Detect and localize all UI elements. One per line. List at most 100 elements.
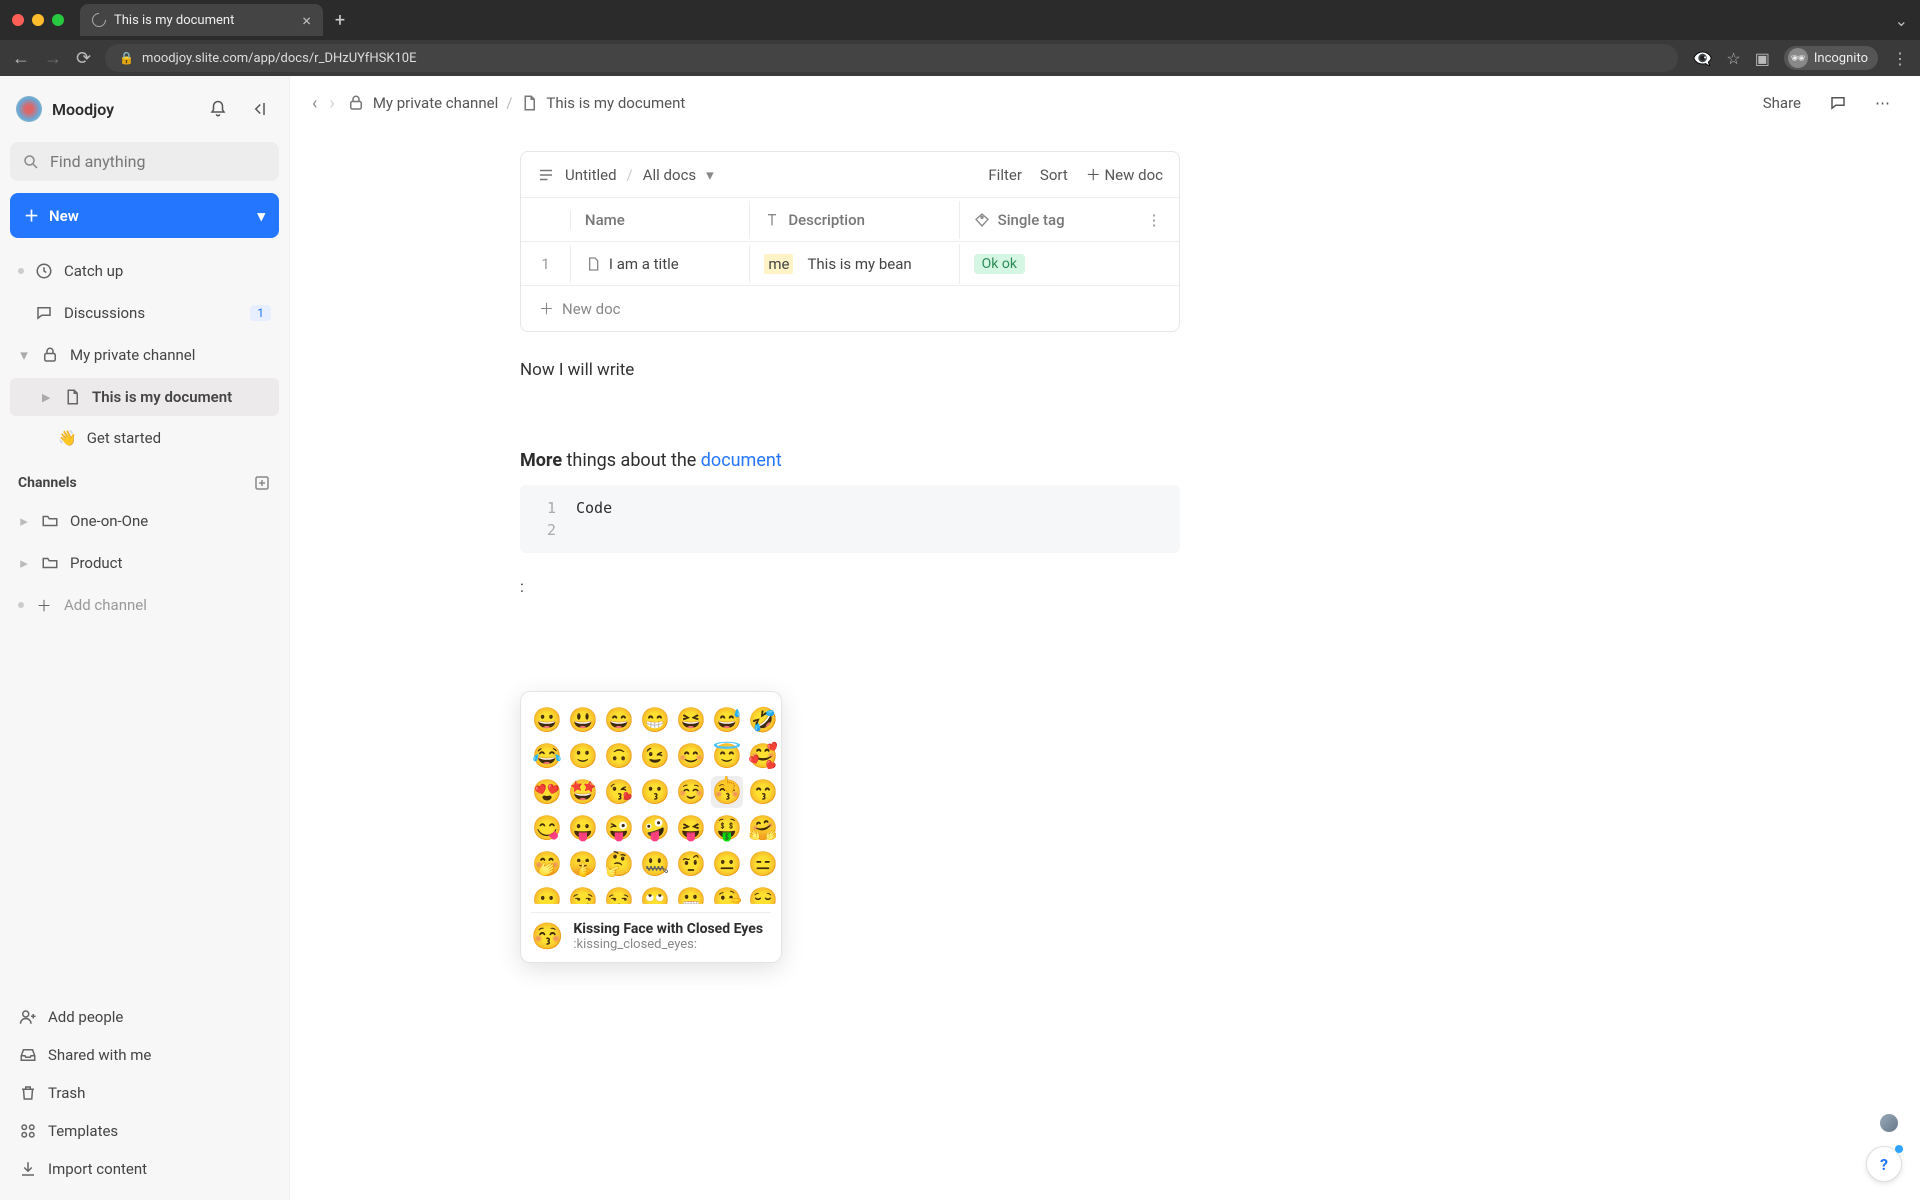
emoji-option[interactable]: 🤩 <box>567 776 599 808</box>
emoji-option[interactable]: ☺️ <box>675 776 707 808</box>
breadcrumb-doc[interactable]: This is my document <box>546 94 685 112</box>
forward-icon[interactable]: → <box>44 48 62 69</box>
emoji-option[interactable]: 🤣 <box>747 704 779 736</box>
bell-icon[interactable] <box>203 94 233 124</box>
sidebar-import[interactable]: Import content <box>10 1150 279 1188</box>
emoji-option[interactable]: 😊 <box>675 740 707 772</box>
star-icon[interactable]: ☆ <box>1726 49 1740 68</box>
chevron-down-icon[interactable]: ▾ <box>18 345 30 365</box>
sidebar-item-catch-up[interactable]: Catch up <box>10 252 279 290</box>
emoji-option[interactable]: 😒 <box>603 884 635 904</box>
sidebar-channel-product[interactable]: ▸ Product <box>10 544 279 582</box>
browser-tab[interactable]: This is my document × <box>80 4 323 36</box>
eye-off-icon[interactable]: 👁‍🗨 <box>1692 49 1712 68</box>
sidebar-channel-one-on-one[interactable]: ▸ One-on-One <box>10 502 279 540</box>
sidebar-doc-current[interactable]: ▸ This is my document <box>10 378 279 416</box>
chevron-right-icon[interactable]: ▸ <box>18 553 30 573</box>
col-more-icon[interactable]: ⋮ <box>1129 201 1179 239</box>
sidebar-item-private-channel[interactable]: ▾ My private channel <box>10 336 279 374</box>
emoji-option[interactable]: 😆 <box>675 704 707 736</box>
address-bar[interactable]: 🔒 moodjoy.slite.com/app/docs/r_DHzUYfHSK… <box>105 44 1678 72</box>
emoji-option[interactable]: 😗 <box>639 776 671 808</box>
kebab-icon[interactable]: ⋮ <box>1892 49 1908 68</box>
emoji-option[interactable]: 😃 <box>567 704 599 736</box>
presence-indicator[interactable] <box>1880 1114 1898 1132</box>
emoji-option[interactable]: 😏 <box>567 884 599 904</box>
emoji-option[interactable]: 😄 <box>603 704 635 736</box>
col-description[interactable]: Description <box>750 201 959 239</box>
emoji-option[interactable]: 🤭 <box>531 848 563 880</box>
emoji-option[interactable]: 🙃 <box>603 740 635 772</box>
back-icon[interactable]: ← <box>12 48 30 69</box>
database-title[interactable]: Untitled <box>565 166 617 184</box>
tab-list-icon[interactable]: ⌄ <box>1895 11 1908 30</box>
emoji-option[interactable]: 🤥 <box>711 884 743 904</box>
link-text[interactable]: document <box>701 450 782 471</box>
incognito-badge[interactable]: 🕶 Incognito <box>1784 46 1878 70</box>
nav-forward-icon[interactable]: › <box>329 93 334 114</box>
emoji-option[interactable]: 😍 <box>531 776 563 808</box>
emoji-option[interactable]: 🙂 <box>567 740 599 772</box>
emoji-option[interactable]: 🤑 <box>711 812 743 844</box>
emoji-option[interactable]: 😉 <box>639 740 671 772</box>
code-block[interactable]: 1 Code 2 <box>520 485 1180 553</box>
chevron-right-icon[interactable]: ▸ <box>18 511 30 531</box>
emoji-option[interactable]: 🤐 <box>639 848 671 880</box>
document-content[interactable]: Untitled / All docs ▾ Filter Sort ＋ New … <box>290 131 1920 636</box>
search-input[interactable]: Find anything <box>10 142 279 181</box>
comment-icon[interactable] <box>1821 90 1855 116</box>
emoji-option[interactable]: 😐 <box>711 848 743 880</box>
emoji-option[interactable]: 🤗 <box>747 812 779 844</box>
sidebar-doc-get-started[interactable]: 👋 Get started <box>10 420 279 456</box>
sidebar-item-discussions[interactable]: Discussions 1 <box>10 294 279 332</box>
sidebar-templates[interactable]: Templates <box>10 1112 279 1150</box>
minimize-window[interactable] <box>32 14 44 26</box>
sidebar-trash[interactable]: Trash <box>10 1074 279 1112</box>
sort-button[interactable]: Sort <box>1040 166 1068 184</box>
row-desc-cell[interactable]: me This is my bean <box>750 244 959 284</box>
emoji-option[interactable]: 😝 <box>675 812 707 844</box>
emoji-option[interactable]: 😂 <box>531 740 563 772</box>
emoji-option[interactable]: 😜 <box>603 812 635 844</box>
new-tab-button[interactable]: + <box>335 10 345 31</box>
panel-icon[interactable]: ▣ <box>1755 49 1770 68</box>
emoji-option[interactable]: 😛 <box>567 812 599 844</box>
col-name[interactable]: Name <box>571 201 750 239</box>
help-button[interactable]: ? <box>1866 1146 1902 1182</box>
emoji-option[interactable]: 😁 <box>639 704 671 736</box>
maximize-window[interactable] <box>52 14 64 26</box>
rich-text-line[interactable]: More things about the document <box>520 450 1180 471</box>
emoji-option[interactable]: 😬 <box>675 884 707 904</box>
col-tag[interactable]: Single tag <box>960 201 1129 239</box>
close-window[interactable] <box>12 14 24 26</box>
reload-icon[interactable]: ⟳ <box>76 48 91 69</box>
share-button[interactable]: Share <box>1755 90 1809 116</box>
filter-button[interactable]: Filter <box>988 166 1022 184</box>
chevron-right-icon[interactable]: ▸ <box>40 387 52 407</box>
paragraph[interactable]: Now I will write <box>520 360 1180 380</box>
workspace-switcher[interactable]: Moodjoy <box>10 88 279 130</box>
new-channel-icon[interactable] <box>253 474 271 492</box>
new-doc-button[interactable]: ＋ New doc <box>1086 164 1163 185</box>
chevron-down-icon[interactable]: ▾ <box>706 166 714 184</box>
table-row[interactable]: 1 I am a title me This is my bean Ok ok <box>521 242 1179 286</box>
emoji-option[interactable]: 😀 <box>531 704 563 736</box>
emoji-option[interactable]: 🤫 <box>567 848 599 880</box>
emoji-trigger-text[interactable]: : <box>520 577 1860 596</box>
emoji-option[interactable]: 😇 <box>711 740 743 772</box>
emoji-option[interactable]: 😶 <box>531 884 563 904</box>
emoji-option[interactable]: 😚 <box>711 776 743 808</box>
more-icon[interactable]: ⋯ <box>1867 90 1898 116</box>
nav-back-icon[interactable]: ‹ <box>312 93 317 114</box>
emoji-option[interactable]: 😙 <box>747 776 779 808</box>
add-row-button[interactable]: ＋ New doc <box>521 286 1179 331</box>
sidebar-add-channel[interactable]: ＋ Add channel <box>10 586 279 624</box>
emoji-option[interactable]: 🤪 <box>639 812 671 844</box>
row-tag-cell[interactable]: Ok ok <box>960 244 1129 284</box>
sidebar-add-people[interactable]: Add people <box>10 998 279 1036</box>
emoji-option[interactable]: 😅 <box>711 704 743 736</box>
emoji-option[interactable]: 😑 <box>747 848 779 880</box>
row-name-cell[interactable]: I am a title <box>571 245 750 283</box>
tab-close-icon[interactable]: × <box>302 11 311 30</box>
new-button[interactable]: ＋ New ▾ <box>10 193 279 238</box>
